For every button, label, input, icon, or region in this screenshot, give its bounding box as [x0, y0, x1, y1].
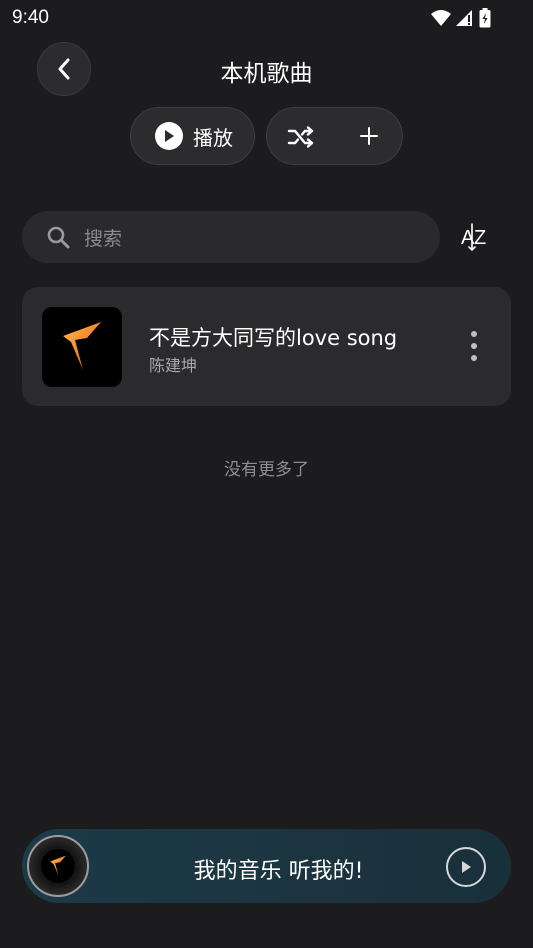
- plus-icon[interactable]: [355, 122, 383, 150]
- song-artist: 陈建坤: [149, 356, 198, 375]
- more-dot: [471, 343, 477, 349]
- action-row: 播放: [0, 107, 533, 165]
- song-title: 不是方大同写的love song: [149, 326, 398, 350]
- header: 本机歌曲: [0, 40, 533, 98]
- more-dot: [471, 355, 477, 361]
- more-options-icon[interactable]: [462, 331, 486, 361]
- status-bar: 9:40: [0, 0, 533, 36]
- status-time: 9:40: [12, 7, 49, 28]
- search-input[interactable]: 搜索: [22, 211, 440, 263]
- mini-player[interactable]: 我的音乐 听我的!: [22, 829, 511, 903]
- signal-icon: [456, 10, 472, 26]
- app-logo-icon: [63, 322, 101, 370]
- battery-icon: [479, 8, 491, 28]
- list-end-text: 没有更多了: [224, 460, 309, 480]
- search-placeholder: 搜索: [84, 227, 123, 250]
- more-dot: [471, 331, 477, 337]
- song-list-item[interactable]: 不是方大同写的love song 陈建坤: [22, 287, 511, 406]
- status-icons: [431, 8, 491, 28]
- shuffle-icon[interactable]: [287, 124, 315, 150]
- play-all-label: 播放: [193, 125, 233, 150]
- sort-az-icon[interactable]: A Z: [458, 222, 492, 254]
- svg-text:A: A: [461, 227, 475, 249]
- play-icon: [462, 861, 471, 873]
- search-icon: [47, 226, 70, 249]
- play-all-button[interactable]: 播放: [130, 107, 255, 165]
- play-circle-icon: [155, 122, 183, 150]
- album-cover: [42, 307, 122, 387]
- tools-pill: [266, 107, 403, 165]
- page-title: 本机歌曲: [220, 61, 313, 87]
- wifi-icon: [431, 10, 451, 26]
- svg-text:Z: Z: [474, 227, 486, 249]
- player-play-button[interactable]: [446, 847, 486, 887]
